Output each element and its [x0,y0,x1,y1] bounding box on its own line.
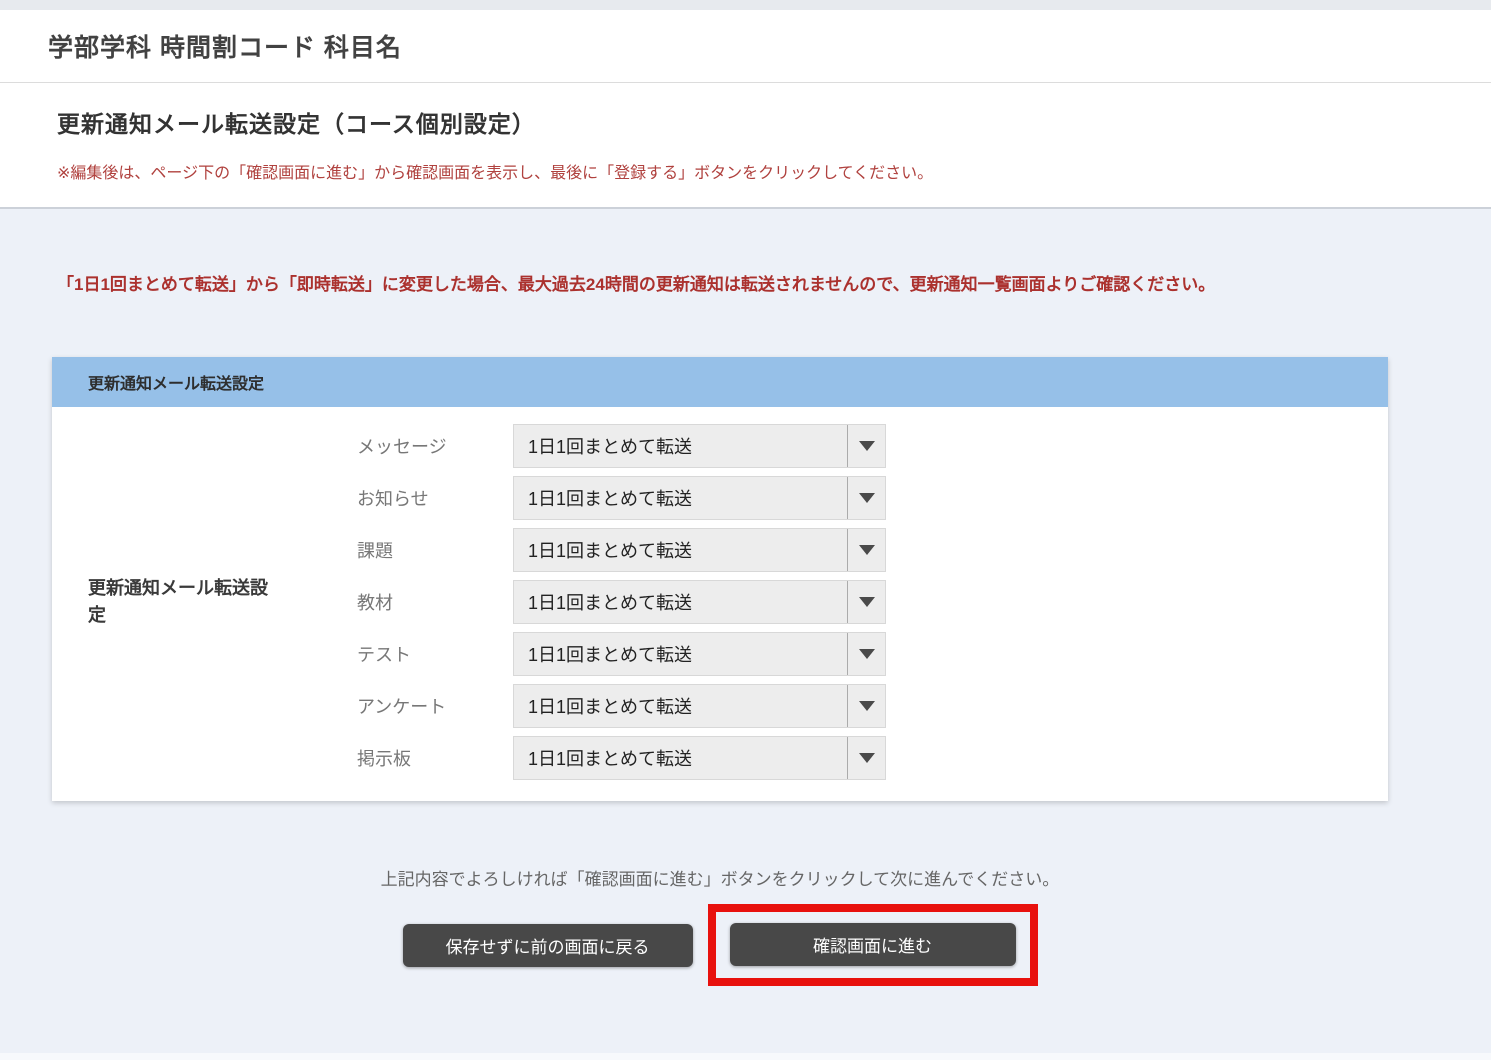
main-content: 「1日1回まとめて転送」から「即時転送」に変更した場合、最大過去24時間の更新通… [0,209,1491,986]
action-buttons: 保存せずに前の画面に戻る 確認画面に進む [52,904,1388,986]
setting-row: メッセージ 1日1回まとめて転送 [357,424,886,468]
forwarding-select[interactable]: 1日1回まとめて転送 [513,632,886,676]
red-highlight-annotation: 確認画面に進む [708,904,1038,986]
bottom-edge-strip [0,1053,1491,1060]
setting-row: 教材 1日1回まとめて転送 [357,580,886,624]
settings-rows: メッセージ 1日1回まとめて転送 お知らせ 1日1回まとめて転送 [357,424,886,780]
select-value: 1日1回まとめて転送 [514,581,847,623]
chevron-down-icon[interactable] [847,685,885,727]
chevron-down-icon[interactable] [847,633,885,675]
forwarding-select[interactable]: 1日1回まとめて転送 [513,736,886,780]
setting-label: 掲示板 [357,745,513,771]
chevron-down-icon[interactable] [847,425,885,467]
select-value: 1日1回まとめて転送 [514,425,847,467]
setting-row: 課題 1日1回まとめて転送 [357,528,886,572]
forwarding-select[interactable]: 1日1回まとめて転送 [513,424,886,468]
chevron-down-icon[interactable] [847,529,885,571]
setting-label: アンケート [357,693,513,719]
setting-row: 掲示板 1日1回まとめて転送 [357,736,886,780]
panel-body: 更新通知メール転送設定 メッセージ 1日1回まとめて転送 [52,407,1388,801]
select-value: 1日1回まとめて転送 [514,477,847,519]
chevron-down-glyph [859,597,875,607]
section-header: 更新通知メール転送設定（コース個別設定） ※編集後は、ページ下の「確認画面に進む… [0,83,1491,209]
select-value: 1日1回まとめて転送 [514,529,847,571]
forwarding-select[interactable]: 1日1回まとめて転送 [513,580,886,624]
confirm-instruction: 上記内容でよろしければ「確認画面に進む」ボタンをクリックして次に進んでください。 [52,865,1388,890]
forwarding-settings-panel: 更新通知メール転送設定 更新通知メール転送設定 メッセージ 1日1回まとめて転送 [52,357,1388,801]
select-value: 1日1回まとめて転送 [514,633,847,675]
forwarding-warning: 「1日1回まとめて転送」から「即時転送」に変更した場合、最大過去24時間の更新通… [52,273,1388,297]
chevron-down-glyph [859,493,875,503]
chevron-down-icon[interactable] [847,737,885,779]
setting-label: メッセージ [357,433,513,459]
setting-row: お知らせ 1日1回まとめて転送 [357,476,886,520]
panel-header: 更新通知メール転送設定 [52,357,1388,407]
edit-note: ※編集後は、ページ下の「確認画面に進む」から確認画面を表示し、最後に「登録する」… [57,159,1471,183]
setting-label: 教材 [357,589,513,615]
forwarding-select[interactable]: 1日1回まとめて転送 [513,684,886,728]
select-value: 1日1回まとめて転送 [514,737,847,779]
page-title: 更新通知メール転送設定（コース個別設定） [57,105,1471,139]
setting-row: アンケート 1日1回まとめて転送 [357,684,886,728]
chevron-down-glyph [859,701,875,711]
page-header: 学部学科 時間割コード 科目名 [0,10,1491,83]
setting-row: テスト 1日1回まとめて転送 [357,632,886,676]
chevron-down-icon[interactable] [847,581,885,623]
chevron-down-glyph [859,649,875,659]
forwarding-select[interactable]: 1日1回まとめて転送 [513,476,886,520]
chevron-down-icon[interactable] [847,477,885,519]
chevron-down-glyph [859,545,875,555]
chevron-down-glyph [859,441,875,451]
confirm-button[interactable]: 確認画面に進む [730,923,1016,966]
group-label: 更新通知メール転送設定 [88,575,273,629]
back-button[interactable]: 保存せずに前の画面に戻る [403,924,693,967]
course-title: 学部学科 時間割コード 科目名 [48,28,1471,64]
setting-label: 課題 [357,537,513,563]
forwarding-select[interactable]: 1日1回まとめて転送 [513,528,886,572]
window-top-strip [0,0,1491,10]
setting-label: テスト [357,641,513,667]
select-value: 1日1回まとめて転送 [514,685,847,727]
setting-label: お知らせ [357,485,513,511]
chevron-down-glyph [859,753,875,763]
group-label-cell: 更新通知メール転送設定 [52,424,357,780]
